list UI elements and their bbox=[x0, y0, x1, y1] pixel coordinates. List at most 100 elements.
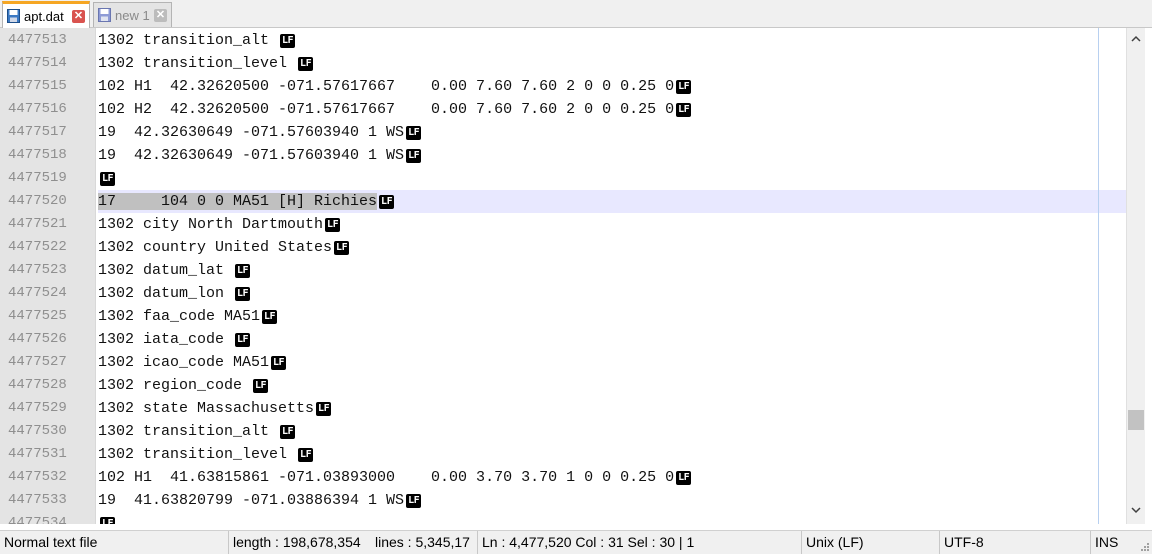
editor-line[interactable]: 4477525 1302 faa_code MA51 LF bbox=[0, 305, 1126, 328]
line-text: 102 H1 42.32620500 -071.57617667 0.00 7.… bbox=[98, 78, 675, 95]
line-number: 4477531 bbox=[8, 446, 67, 462]
editor-line[interactable]: 4477534 LF bbox=[0, 512, 1126, 524]
status-bar: Normal text file length : 198,678,354 li… bbox=[0, 530, 1152, 554]
editor-line[interactable]: 4477513 1302 transition_alt LF bbox=[0, 29, 1126, 52]
line-content[interactable]: 1302 transition_level LF bbox=[98, 443, 1126, 466]
tab-apt-dat[interactable]: apt.dat ✕ bbox=[2, 1, 90, 28]
line-content[interactable]: 1302 region_code LF bbox=[98, 374, 1126, 397]
tab-label: apt.dat bbox=[24, 8, 64, 24]
line-number: 4477527 bbox=[8, 354, 67, 370]
save-disk-icon bbox=[7, 9, 20, 23]
eol-marker: LF bbox=[325, 218, 341, 232]
status-eol-format[interactable]: Unix (LF) bbox=[801, 531, 939, 554]
editor-line[interactable]: 4477517 19 42.32630649 -071.57603940 1 WS… bbox=[0, 121, 1126, 144]
line-content[interactable]: 102 H1 42.32620500 -071.57617667 0.00 7.… bbox=[98, 75, 1126, 98]
status-file-type: Normal text file bbox=[4, 534, 98, 550]
editor-line[interactable]: 4477530 1302 transition_alt LF bbox=[0, 420, 1126, 443]
eol-marker: LF bbox=[271, 356, 287, 370]
editor-line[interactable]: 4477524 1302 datum_lon LF bbox=[0, 282, 1126, 305]
line-text: 19 41.63820799 -071.03886394 1 WS bbox=[98, 492, 405, 509]
line-content[interactable]: 1302 country United States LF bbox=[98, 236, 1126, 259]
text-editor[interactable]: 4477513 1302 transition_alt LF 4477514 1302… bbox=[0, 28, 1152, 524]
line-text: 1302 icao_code MA51 bbox=[98, 354, 270, 371]
scrollbar-thumb[interactable] bbox=[1128, 410, 1144, 430]
scroll-down-button[interactable] bbox=[1127, 500, 1145, 520]
line-text: 1302 transition_alt bbox=[98, 32, 279, 49]
status-encoding[interactable]: UTF-8 bbox=[939, 531, 1090, 554]
line-content[interactable]: 102 H2 42.32620500 -071.57617667 0.00 7.… bbox=[98, 98, 1126, 121]
editor-line[interactable]: 4477514 1302 transition_level LF bbox=[0, 52, 1126, 75]
eol-marker: LF bbox=[406, 494, 422, 508]
line-content[interactable]: 1302 datum_lon LF bbox=[98, 282, 1126, 305]
editor-line[interactable]: 4477518 19 42.32630649 -071.57603940 1 WS… bbox=[0, 144, 1126, 167]
eol-marker: LF bbox=[100, 517, 116, 524]
line-content[interactable]: 19 42.32630649 -071.57603940 1 WS LF bbox=[98, 144, 1126, 167]
eol-marker: LF bbox=[253, 379, 269, 393]
status-lines: lines : 5,345,17 bbox=[375, 534, 470, 550]
line-number: 4477521 bbox=[8, 216, 67, 232]
line-text: 1302 faa_code MA51 bbox=[98, 308, 261, 325]
line-content[interactable]: 102 H1 41.63815861 -071.03893000 0.00 3.… bbox=[98, 466, 1126, 489]
line-content[interactable]: 1302 iata_code LF bbox=[98, 328, 1126, 351]
eol-marker: LF bbox=[262, 310, 278, 324]
line-content[interactable]: 1302 transition_alt LF bbox=[98, 29, 1126, 52]
line-content[interactable]: 1302 faa_code MA51 LF bbox=[98, 305, 1126, 328]
line-content[interactable]: 19 42.32630649 -071.57603940 1 WS LF bbox=[98, 121, 1126, 144]
editor-line[interactable]: 4477526 1302 iata_code LF bbox=[0, 328, 1126, 351]
chevron-up-icon bbox=[1131, 35, 1141, 42]
editor-line[interactable]: 4477519 LF bbox=[0, 167, 1126, 190]
line-number: 4477533 bbox=[8, 492, 67, 508]
editor-line[interactable]: 4477531 1302 transition_level LF bbox=[0, 443, 1126, 466]
eol-marker: LF bbox=[676, 103, 692, 117]
tab-new-1[interactable]: new 1 ✕ bbox=[93, 2, 172, 27]
line-content[interactable]: 1302 city North Dartmouth LF bbox=[98, 213, 1126, 236]
line-content[interactable]: 1302 icao_code MA51 LF bbox=[98, 351, 1126, 374]
line-text: 1302 city North Dartmouth bbox=[98, 216, 324, 233]
line-number: 4477522 bbox=[8, 239, 67, 255]
line-number: 4477514 bbox=[8, 55, 67, 71]
line-content[interactable]: 1302 transition_alt LF bbox=[98, 420, 1126, 443]
selected-text: 17 104 0 0 MA51 [H] Richies bbox=[98, 193, 378, 210]
line-number: 4477532 bbox=[8, 469, 67, 485]
editor-line[interactable]: 4477515 102 H1 42.32620500 -071.57617667 … bbox=[0, 75, 1126, 98]
eol-marker: LF bbox=[235, 264, 251, 278]
vertical-scrollbar[interactable] bbox=[1126, 28, 1145, 524]
line-content[interactable]: 1302 datum_lat LF bbox=[98, 259, 1126, 282]
line-content[interactable]: 1302 state Massachusetts LF bbox=[98, 397, 1126, 420]
tab-label: new 1 bbox=[115, 7, 150, 23]
editor-line[interactable]: 4477533 19 41.63820799 -071.03886394 1 WS… bbox=[0, 489, 1126, 512]
eol-marker: LF bbox=[676, 471, 692, 485]
eol-marker: LF bbox=[316, 402, 332, 416]
editor-line[interactable]: 4477523 1302 datum_lat LF bbox=[0, 259, 1126, 282]
line-text: 1302 transition_level bbox=[98, 55, 297, 72]
editor-line[interactable]: 4477527 1302 icao_code MA51 LF bbox=[0, 351, 1126, 374]
line-number: 4477518 bbox=[8, 147, 67, 163]
editor-line[interactable]: 4477521 1302 city North Dartmouth LF bbox=[0, 213, 1126, 236]
editor-line[interactable]: 4477520 17 104 0 0 MA51 [H] Richies LF bbox=[0, 190, 1126, 213]
line-number: 4477517 bbox=[8, 124, 67, 140]
editor-line[interactable]: 4477532 102 H1 41.63815861 -071.03893000 … bbox=[0, 466, 1126, 489]
eol-marker: LF bbox=[379, 195, 395, 209]
eol-marker: LF bbox=[298, 57, 314, 71]
scroll-up-button[interactable] bbox=[1127, 28, 1145, 48]
line-text: 1302 region_code bbox=[98, 377, 252, 394]
editor-line[interactable]: 4477522 1302 country United States LF bbox=[0, 236, 1126, 259]
editor-line[interactable]: 4477528 1302 region_code LF bbox=[0, 374, 1126, 397]
line-content[interactable]: 19 41.63820799 -071.03886394 1 WS LF bbox=[98, 489, 1126, 512]
editor-line[interactable]: 4477516 102 H2 42.32620500 -071.57617667 … bbox=[0, 98, 1126, 121]
editor-line[interactable]: 4477529 1302 state Massachusetts LF bbox=[0, 397, 1126, 420]
line-text: 1302 country United States bbox=[98, 239, 333, 256]
line-content[interactable]: 17 104 0 0 MA51 [H] Richies LF bbox=[98, 190, 1126, 213]
resize-grip-icon[interactable] bbox=[1140, 542, 1150, 552]
eol-marker: LF bbox=[406, 126, 422, 140]
line-text: 1302 datum_lat bbox=[98, 262, 234, 279]
line-text: 1302 state Massachusetts bbox=[98, 400, 315, 417]
close-tab-button[interactable]: ✕ bbox=[72, 9, 85, 23]
close-tab-button[interactable]: ✕ bbox=[154, 8, 167, 22]
line-text: 102 H2 42.32620500 -071.57617667 0.00 7.… bbox=[98, 101, 675, 118]
line-content[interactable]: LF bbox=[98, 512, 1126, 524]
editor-lines[interactable]: 4477513 1302 transition_alt LF 4477514 1302… bbox=[0, 29, 1126, 524]
line-content[interactable]: 1302 transition_level LF bbox=[98, 52, 1126, 75]
line-content[interactable]: LF bbox=[98, 167, 1126, 190]
line-number: 4477526 bbox=[8, 331, 67, 347]
